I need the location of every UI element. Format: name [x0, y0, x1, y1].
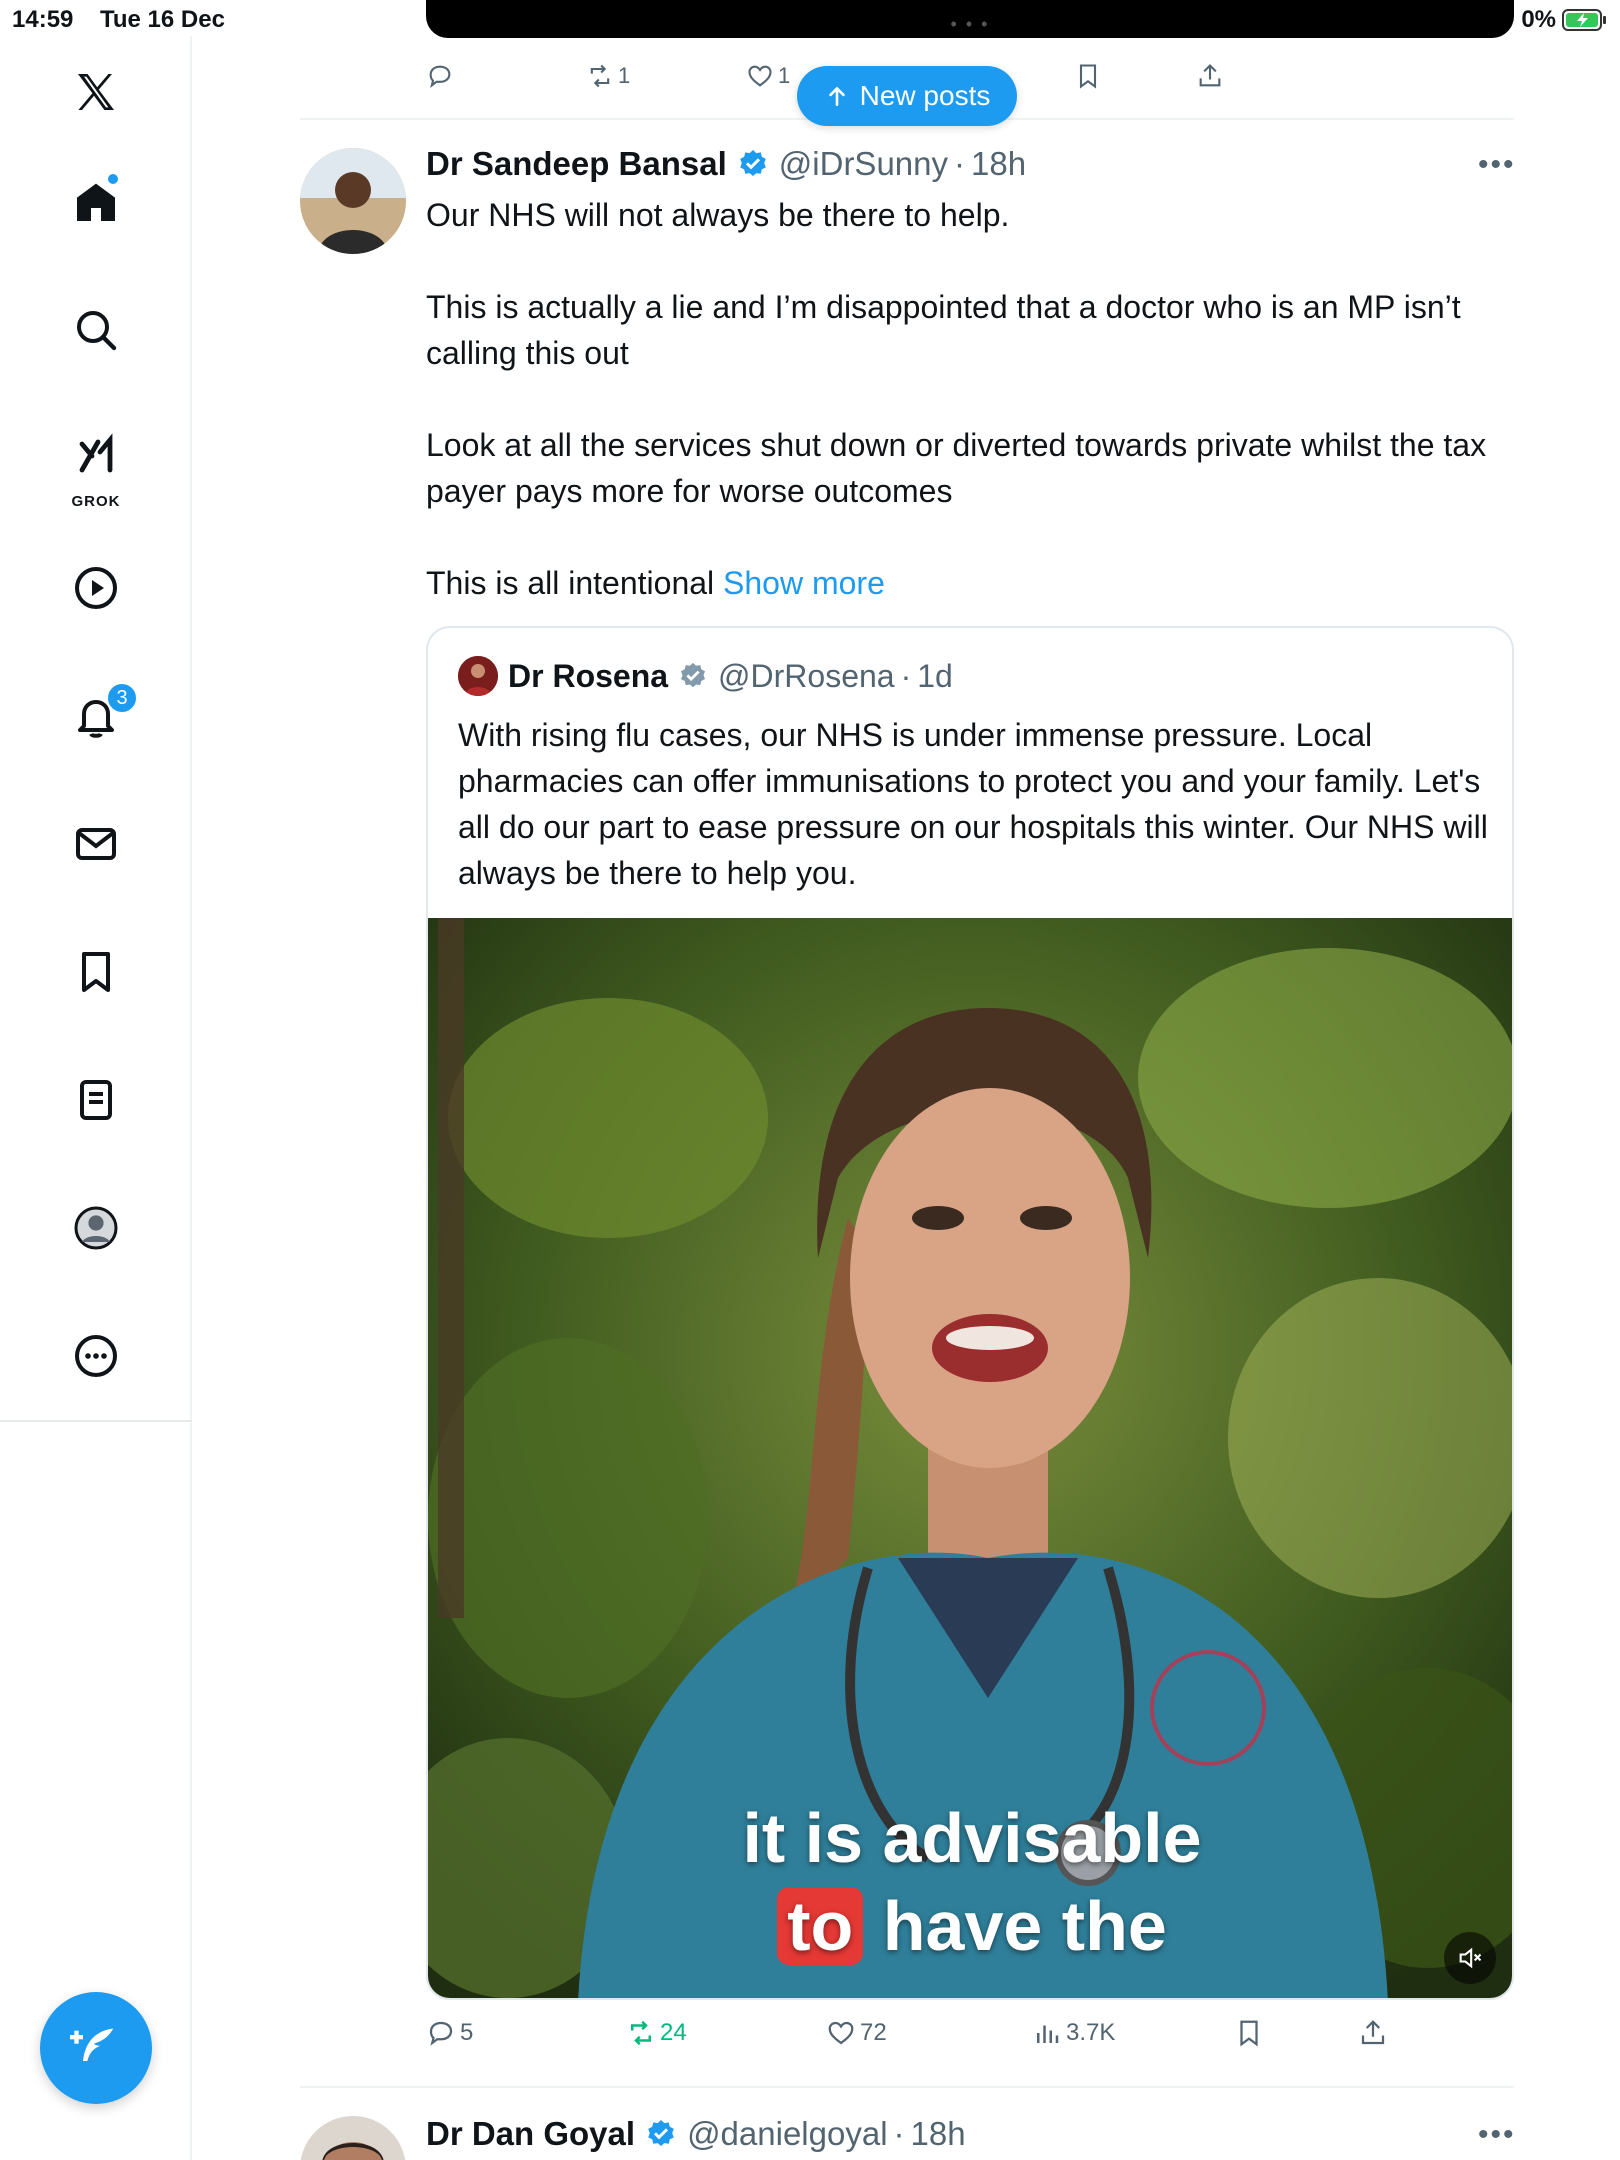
new-posts-button[interactable]: New posts — [797, 66, 1017, 126]
prev-share-button[interactable] — [1196, 62, 1224, 90]
caption-highlight: to — [777, 1887, 864, 1965]
media-handle-dots: • • • — [950, 14, 990, 34]
status-time: 14:59 — [12, 6, 74, 33]
grok-icon[interactable]: GROK — [56, 416, 136, 516]
next-post-time[interactable]: 18h — [911, 2115, 966, 2153]
grey-verified-badge-icon — [681, 662, 706, 688]
search-icon[interactable] — [56, 290, 136, 370]
post-divider — [300, 2086, 1514, 2088]
video-icon[interactable] — [56, 548, 136, 628]
like-button[interactable]: 72 — [826, 2018, 887, 2048]
show-more-link[interactable]: Show more — [723, 565, 885, 601]
quoted-separator: · — [900, 657, 912, 694]
next-post-avatar[interactable] — [300, 2116, 406, 2160]
new-posts-label: New posts — [859, 80, 991, 111]
prev-like-count: 1 — [778, 63, 791, 88]
profile-icon[interactable] — [56, 1188, 136, 1268]
post-author-avatar[interactable] — [300, 148, 406, 254]
quoted-author-name: Dr Rosena — [508, 657, 669, 694]
more-icon[interactable] — [56, 1316, 136, 1396]
notifications-badge: 3 — [106, 682, 138, 714]
battery-icon — [1562, 9, 1606, 31]
quoted-video[interactable]: it is advisable to have the — [428, 918, 1512, 1998]
post-paragraph: This is all intentional — [426, 565, 715, 601]
video-caption-line1: it is advisable — [742, 1799, 1202, 1877]
repost-button[interactable]: 24 — [626, 2018, 687, 2048]
post-separator: · — [954, 145, 966, 182]
messages-icon[interactable] — [56, 804, 136, 884]
x-logo-icon[interactable] — [56, 52, 136, 132]
status-date: Tue 16 Dec — [100, 6, 225, 33]
reply-icon — [429, 2021, 453, 2046]
bookmarks-icon[interactable] — [56, 932, 136, 1012]
home-unread-dot — [106, 172, 120, 186]
post-body: Our NHS will not always be there to help… — [426, 192, 1526, 606]
views-chart-icon — [1037, 2025, 1059, 2043]
prev-bookmark-button[interactable] — [1074, 62, 1102, 90]
post-author-name[interactable]: Dr Sandeep Bansal — [426, 145, 727, 183]
reply-button[interactable]: 5 — [426, 2018, 473, 2048]
next-post-header: Dr Dan Goyal @danielgoyal · 18h — [426, 2112, 966, 2156]
like-count: 72 — [860, 2019, 887, 2046]
bookmark-button[interactable] — [1234, 2018, 1264, 2048]
verified-badge-icon — [739, 150, 766, 176]
quoted-author-avatar — [458, 656, 498, 696]
prev-repost-button[interactable]: 1 — [586, 62, 630, 90]
battery-percent: 0% — [1521, 6, 1556, 33]
post-time[interactable]: 18h — [971, 145, 1026, 183]
quoted-author-handle: @DrRosena — [718, 657, 895, 694]
speaker-muted-icon — [1459, 1947, 1482, 1969]
mute-button[interactable] — [1444, 1932, 1496, 1984]
home-icon[interactable] — [56, 162, 136, 242]
bookmark-icon — [1240, 2020, 1258, 2047]
repost-icon — [631, 2020, 651, 2046]
grok-label: GROK — [71, 493, 121, 510]
repost-count: 24 — [660, 2019, 687, 2046]
like-icon — [748, 65, 772, 87]
share-icon — [1199, 64, 1221, 87]
arrow-up-icon — [828, 86, 845, 106]
previous-media-bottom: • • • — [426, 0, 1514, 38]
quoted-post-time: 1d — [917, 657, 953, 694]
post-author-handle[interactable]: @iDrSunny — [779, 145, 948, 183]
reply-count: 5 — [460, 2019, 474, 2046]
post-paragraph-last: This is all intentional Show more — [426, 560, 1526, 606]
notifications-icon[interactable]: 3 — [56, 676, 138, 756]
verified-badge-icon — [648, 2120, 674, 2146]
quoted-post-text: With rising flu cases, our NHS is under … — [458, 717, 1488, 891]
post-paragraph: Our NHS will not always be there to help… — [426, 197, 1010, 233]
views-button[interactable]: 3.7K — [1032, 2018, 1115, 2048]
video-caption-line2: to have the — [428, 1886, 1512, 1966]
post-paragraph: This is actually a lie and I’m disappoin… — [426, 289, 1461, 371]
post-actions: 5 24 72 3.7K — [426, 2014, 1514, 2058]
sidebar-nav: GROK 3 — [0, 36, 192, 2160]
post-header: Dr Sandeep Bansal @iDrSunny · 18h — [426, 142, 1026, 186]
quoted-post-header: Dr Rosena @DrRosena · 1d — [458, 656, 953, 696]
views-count: 3.7K — [1066, 2019, 1116, 2046]
bookmark-icon — [1079, 64, 1097, 89]
next-post-more-icon[interactable]: ••• — [1478, 2118, 1516, 2152]
post-more-icon[interactable]: ••• — [1478, 148, 1516, 182]
lists-icon[interactable] — [56, 1060, 136, 1140]
repost-icon — [590, 64, 610, 88]
like-icon — [828, 2021, 854, 2045]
prev-like-button[interactable]: 1 — [746, 62, 790, 90]
prev-repost-count: 1 — [618, 63, 631, 88]
prev-reply-button[interactable] — [426, 62, 454, 90]
next-post-author-name[interactable]: Dr Dan Goyal — [426, 2115, 635, 2153]
compose-button[interactable] — [40, 1992, 152, 2104]
quoted-post-card[interactable]: Dr Rosena @DrRosena · 1d With rising flu… — [426, 626, 1514, 2000]
app-root: 14:59 Tue 16 Dec 0% GROK 3 • • • 1 1 New… — [0, 0, 1620, 2160]
next-post-handle[interactable]: @danielgoyal — [687, 2115, 887, 2153]
post-paragraph: Look at all the services shut down or di… — [426, 427, 1487, 509]
share-icon — [1361, 2020, 1385, 2045]
compose-feather-icon — [70, 2028, 114, 2061]
caption-rest: have the — [882, 1887, 1167, 1965]
reply-icon — [429, 65, 451, 88]
next-post-separator: · — [893, 2115, 905, 2152]
sidebar-divider — [0, 1420, 192, 1422]
share-button[interactable] — [1358, 2018, 1388, 2048]
